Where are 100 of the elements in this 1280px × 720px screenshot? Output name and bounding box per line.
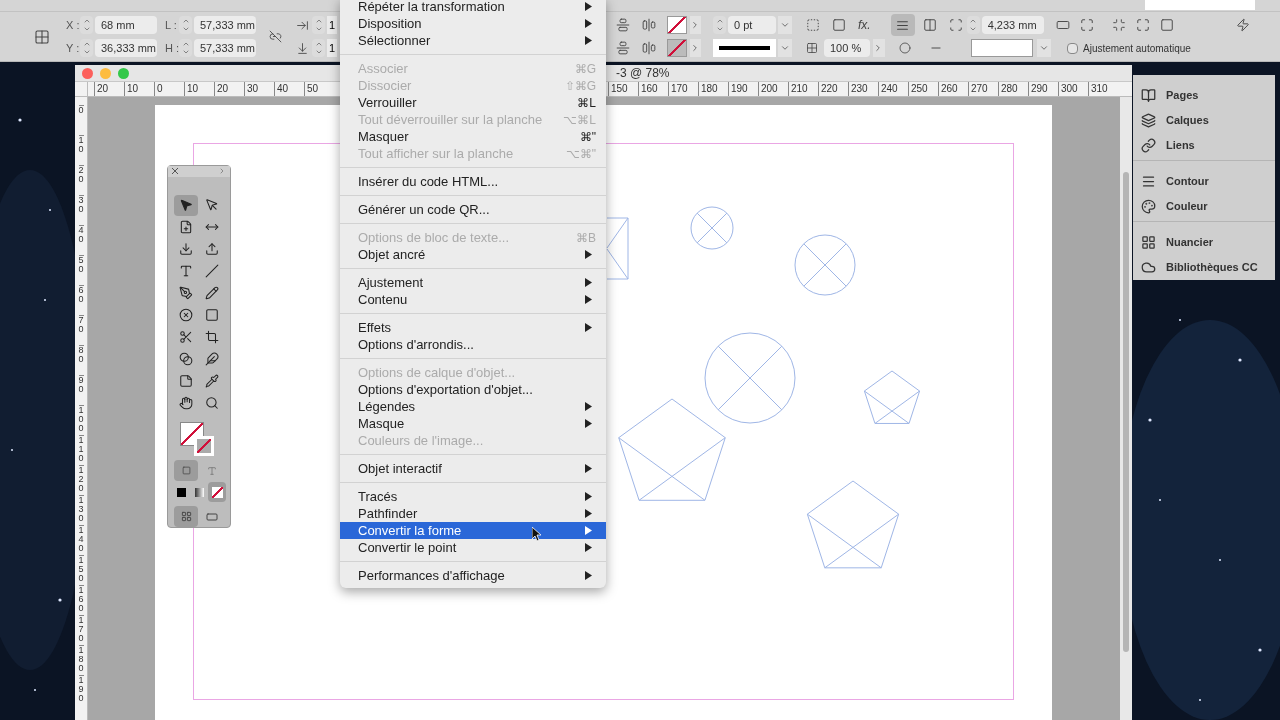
link-icon [1141, 138, 1156, 153]
menu-item[interactable]: Verrouiller ⌘L [340, 94, 606, 111]
panel-item[interactable]: Bibliothèques CC [1133, 255, 1275, 280]
spinner-button[interactable] [312, 39, 325, 57]
scrollbar[interactable] [1120, 97, 1132, 720]
menu-item[interactable]: Effets [340, 319, 606, 336]
menu-item[interactable]: Objet ancré [340, 246, 606, 263]
close-button[interactable] [82, 67, 93, 79]
panel-item[interactable]: Nuancier [1133, 230, 1275, 255]
menu-item[interactable]: Sélectionner [340, 32, 606, 49]
chevron-down-icon [181, 25, 190, 33]
columns-icon[interactable] [922, 18, 937, 32]
ruler-label: 50 [78, 255, 84, 285]
align-justify-button[interactable] [890, 14, 915, 36]
view-mode-button[interactable] [174, 506, 198, 527]
chevron-down-icon [314, 25, 323, 33]
type-icon [179, 264, 193, 279]
menu-item[interactable]: Performances d'affichage [340, 567, 606, 584]
stroke-lines-icon [1141, 174, 1156, 189]
stroke-swatch[interactable] [667, 39, 687, 57]
menu-item[interactable]: Légendes [340, 398, 606, 415]
ruler-label: 20 [214, 82, 244, 96]
menu-item[interactable]: Convertir la forme [340, 522, 606, 539]
input-field[interactable]: 0 pt [728, 16, 776, 34]
input-field[interactable]: 1 [327, 16, 337, 34]
fill-proportional-icon[interactable] [1159, 18, 1174, 32]
distribute-icon[interactable] [642, 41, 656, 55]
fit-frame-icon[interactable] [1079, 18, 1094, 32]
menu-item[interactable]: Contenu [340, 291, 606, 308]
input-field[interactable]: 36,333 mm [95, 39, 157, 57]
menu-item[interactable]: Objet interactif [340, 460, 606, 477]
panel-item[interactable]: Liens [1133, 133, 1275, 158]
selection-frame-icon[interactable] [948, 18, 963, 32]
center-content-icon[interactable] [1135, 18, 1150, 32]
apply-button[interactable] [208, 482, 226, 502]
align-icon[interactable] [616, 41, 630, 55]
fill-swatch[interactable] [667, 16, 687, 34]
menu-item[interactable]: Répéter la transformation [340, 0, 606, 15]
arrow-down-line-icon[interactable] [296, 41, 309, 55]
hand-icon [179, 396, 193, 411]
spinner-button[interactable] [312, 16, 325, 34]
swatch-menu-button[interactable] [690, 39, 701, 57]
fill-frame-icon[interactable] [1055, 18, 1070, 32]
ruler-label: 0 [78, 105, 84, 135]
swatch-menu-button[interactable] [690, 16, 701, 34]
menu-item[interactable]: Options d'exportation d'objet... [340, 381, 606, 398]
chevron-down-icon [314, 48, 323, 56]
ruler-label: 270 [968, 82, 998, 96]
spinner-button[interactable] [80, 16, 93, 34]
frame-icon[interactable] [806, 18, 820, 32]
stroke-style-field[interactable] [713, 39, 776, 57]
palette-icon [1141, 199, 1156, 214]
spinner-button[interactable] [179, 16, 192, 34]
menu-item[interactable]: Ajustement [340, 274, 606, 291]
panel-item[interactable]: Couleur [1133, 194, 1275, 219]
search-field[interactable] [1145, 0, 1255, 10]
collapse-icon[interactable] [218, 167, 226, 176]
menu-item[interactable]: Convertir le point [340, 539, 606, 556]
align-icon[interactable] [616, 18, 630, 32]
menu-item[interactable]: Options d'arrondis... [340, 336, 606, 353]
input-field[interactable]: 68 mm [95, 16, 157, 34]
selection-arrow-tool[interactable] [174, 194, 198, 216]
spinner-button[interactable] [179, 39, 192, 57]
chevron-down-icon [82, 48, 91, 56]
menu-item[interactable]: Disposition [340, 15, 606, 32]
menu-item[interactable]: Pathfinder [340, 505, 606, 522]
input-field[interactable]: 4,233 mm [981, 16, 1044, 34]
distribute-icon[interactable] [642, 18, 656, 32]
feather-icon [205, 352, 219, 367]
menu-item[interactable]: Masque [340, 415, 606, 432]
spinner-button[interactable] [713, 16, 726, 34]
input-field[interactable]: 1 [327, 39, 337, 57]
menu-item[interactable]: Masquer ⌘" [340, 128, 606, 145]
chevron-down-icon [1039, 43, 1049, 53]
reference-point-icon[interactable] [34, 28, 50, 45]
corner-shape-field[interactable] [971, 39, 1033, 57]
fx-button[interactable]: fx. [858, 16, 871, 34]
menu-item[interactable]: Tracés [340, 488, 606, 505]
panel-item[interactable]: Contour [1133, 169, 1275, 194]
panel-item[interactable]: Pages [1133, 83, 1275, 108]
chain-icon[interactable] [269, 30, 282, 43]
chevron-up-icon [969, 17, 978, 25]
panel-item[interactable]: Calques [1133, 108, 1275, 133]
arrow-to-line-icon[interactable] [296, 18, 309, 32]
input-field[interactable]: 100 % [824, 39, 870, 57]
menu-item[interactable]: Générer un code QR... [340, 201, 606, 218]
transform-frame-icon [205, 330, 219, 345]
ruler-label: 40 [274, 82, 304, 96]
checkbox[interactable] [1067, 42, 1078, 54]
spinner-button[interactable] [966, 16, 980, 34]
input-field[interactable]: 57,333 mm [194, 16, 256, 34]
input-field[interactable]: 57,333 mm [194, 39, 256, 57]
ruler-label: 80 [78, 345, 84, 375]
fit-content-icon[interactable] [1111, 18, 1126, 32]
lightning-icon[interactable] [1235, 18, 1250, 32]
shadow-square-icon[interactable] [832, 18, 846, 32]
spinner-button[interactable] [80, 39, 93, 57]
close-icon[interactable] [172, 168, 178, 175]
menu-item[interactable]: Insérer du code HTML... [340, 173, 606, 190]
ruler-label: 130 [78, 495, 84, 525]
